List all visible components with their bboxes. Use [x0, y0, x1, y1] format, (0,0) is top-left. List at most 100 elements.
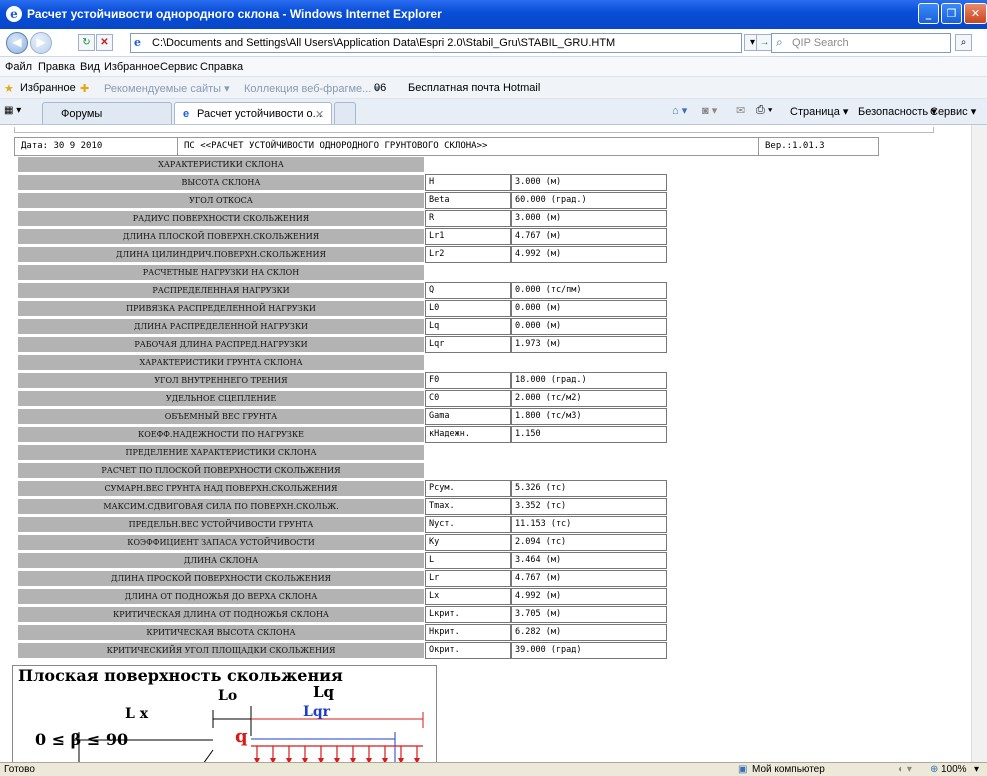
row-label: ДЛИНА РАСПРЕДЕЛЕННОЙ НАГРУЗКИ — [17, 318, 425, 335]
menu-help[interactable]: Справка — [200, 61, 243, 73]
forward-button[interactable]: ▶ — [30, 32, 52, 54]
row-symbol: Q — [425, 282, 511, 299]
protected-mode-icon[interactable]: ◐ ▾ — [898, 764, 912, 775]
home-icon[interactable]: ⌂ ▾ — [672, 104, 687, 117]
table-row: СУМАРН.ВЕС ГРУНТА НАД ПОВЕРХН.СКОЛЬЖЕНИЯ… — [17, 480, 667, 497]
favorites-star-icon[interactable]: ★ — [4, 82, 14, 95]
row-symbol: Tmax. — [425, 498, 511, 515]
address-toolbar: ◀ ▶ ↻ ✕ e C:\Documents and Settings\All … — [0, 29, 987, 57]
row-symbol: Ку — [425, 534, 511, 551]
back-button[interactable]: ◀ — [6, 32, 28, 54]
row-label: УГОЛ ВНУТРЕННЕГО ТРЕНИЯ — [17, 372, 425, 389]
tab-active[interactable]: e Расчет устойчивости о... ✕ — [174, 102, 332, 124]
menu-favorites[interactable]: Избранное — [104, 61, 160, 73]
label-lo: Lo — [218, 688, 238, 704]
favorites-bar: ★ Избранное ✚ Рекомендуемые сайты ▾ Колл… — [0, 77, 987, 99]
row-value: 3.352 (тс) — [511, 498, 667, 515]
search-input[interactable]: ⌕ QIP Search — [771, 33, 951, 53]
zoom-icon[interactable]: ⊕ — [930, 764, 938, 775]
table-row: КРИТИЧЕСКАЯ ВЫСОТА СКЛОНА Hкрит. 6.282 (м) — [17, 624, 667, 641]
row-symbol: Nуст. — [425, 516, 511, 533]
row-value: 4.767 (м) — [511, 570, 667, 587]
row-label: ДЛИНА ПРОСКОЙ ПОВЕРХНОСТИ СКОЛЬЖЕНИЯ — [17, 570, 425, 587]
row-symbol: Lr1 — [425, 228, 511, 245]
vertical-scrollbar[interactable] — [971, 125, 987, 762]
row-label: КРИТИЧЕСКИЙЯ УГОЛ ПЛОЩАДКИ СКОЛЬЖЕНИЯ — [17, 642, 425, 659]
table-row: УДЕЛЬНОЕ СЦЕПЛЕНИЕ C0 2.000 (тс/м2) — [17, 390, 667, 407]
search-icon: ⌕ — [776, 35, 783, 49]
page-menu[interactable]: Страница ▾ — [790, 105, 848, 118]
menu-view[interactable]: Вид — [80, 61, 100, 73]
zoom-level[interactable]: 100% — [941, 764, 967, 775]
menu-file[interactable]: Файл — [5, 61, 32, 73]
address-bar[interactable]: e C:\Documents and Settings\All Users\Ap… — [130, 33, 742, 53]
row-value: 3.705 (м) — [511, 606, 667, 623]
row-value: 3.000 (м) — [511, 210, 667, 227]
tab-bar: ▦ ▾ Форумы e Расчет устойчивости о... ✕ … — [0, 99, 987, 125]
table-row: ПРИВЯЗКА РАСПРЕДЕЛЕННОЙ НАГРУЗКИ L0 0.000 … — [17, 300, 667, 317]
read-mail-icon[interactable]: ✉ — [736, 104, 745, 117]
row-label: КРИТИЧЕСКАЯ ВЫСОТА СКЛОНА — [17, 624, 425, 641]
ie-icon: e — [6, 6, 22, 22]
row-symbol: Lq — [425, 318, 511, 335]
status-text: Готово — [4, 764, 35, 775]
table-row: РАСПРЕДЕЛЕННАЯ НАГРУЗКИ Q 0.000 (тс/пм) — [17, 282, 667, 299]
close-button[interactable]: ✕ — [964, 3, 987, 24]
status-zone: Мой компьютер — [752, 764, 825, 775]
row-value: 11.153 (тс) — [511, 516, 667, 533]
previous-table-edge — [14, 127, 934, 133]
fav-06[interactable]: 06 — [374, 82, 386, 94]
table-row: РАСЧЕТНЫЕ НАГРУЗКИ НА СКЛОН — [17, 264, 667, 281]
quick-tabs-icon[interactable]: ▦ ▾ — [4, 105, 21, 116]
report-heading: ПС <<РАСЧЕТ УСТОЙЧИВОСТИ ОДНОРОДНОГО ГРУ… — [178, 138, 759, 155]
refresh-icon[interactable]: ↻ — [78, 34, 95, 51]
row-label: КОЭФФИЦИЕНТ ЗАПАСА УСТОЙЧИВОСТИ — [17, 534, 425, 551]
row-symbol: Lкрит. — [425, 606, 511, 623]
new-tab-button[interactable] — [334, 102, 356, 124]
tab-forums[interactable]: Форумы — [42, 102, 172, 124]
slip-surface-diagram: Плоская поверхность скольжения Lo Lq L x… — [12, 665, 437, 762]
print-icon[interactable]: ⎙ ▾ — [756, 104, 772, 117]
table-row: ХАРАКТЕРИСТИКИ ГРУНТА СКЛОНА — [17, 354, 667, 371]
add-favorite-icon[interactable]: ✚ — [80, 82, 89, 95]
table-row: РАДИУС ПОВЕРХНОСТИ СКОЛЬЖЕНИЯ R 3.000 (м) — [17, 210, 667, 227]
row-symbol: L — [425, 552, 511, 569]
fav-webslice[interactable]: Коллекция веб-фрагме... ▾ — [244, 82, 380, 95]
table-row: ДЛИНА ЦИЛИНДРИЧ.ПОВЕРХН.СКОЛЬЖЕНИЯ Lr2 4.9… — [17, 246, 667, 263]
fav-recommended[interactable]: Рекомендуемые сайты ▾ — [104, 82, 230, 95]
row-value: 39.000 (град) — [511, 642, 667, 659]
table-row: ПРЕДЕЛЕНИЕ ХАРАКТЕРИСТИКИ СКЛОНА — [17, 444, 667, 461]
fav-hotmail[interactable]: Бесплатная почта Hotmail — [408, 82, 540, 94]
stop-icon[interactable]: ✕ — [96, 34, 113, 51]
tools-menu[interactable]: Сервис ▾ — [930, 105, 976, 118]
row-value: 1.800 (тс/м3) — [511, 408, 667, 425]
row-value: 2.000 (тс/м2) — [511, 390, 667, 407]
search-go-icon[interactable]: ⌕ — [955, 34, 972, 51]
table-row: ДЛИНА ПРОСКОЙ ПОВЕРХНОСТИ СКОЛЬЖЕНИЯ Lr 4.… — [17, 570, 667, 587]
row-label: КРИТИЧЕСКАЯ ДЛИНА ОТ ПОДНОЖЬЯ СКЛОНА — [17, 606, 425, 623]
tab-active-label: Расчет устойчивости о... — [197, 108, 322, 120]
row-label: РАСЧЕТ ПО ПЛОСКОЙ ПОВЕРХНОСТИ СКОЛЬЖЕНИЯ — [17, 462, 425, 479]
tab-close-icon[interactable]: ✕ — [315, 108, 324, 121]
maximize-button[interactable]: ❐ — [941, 3, 962, 24]
row-value: 4.992 (м) — [511, 246, 667, 263]
feeds-icon[interactable]: ◙ ▾ — [702, 104, 717, 117]
row-value: 3.000 (м) — [511, 174, 667, 191]
favorites-button[interactable]: Избранное — [20, 82, 76, 94]
row-value: 5.326 (тс) — [511, 480, 667, 497]
table-row: УГОЛ ОТКОСА Beta 60.000 (град.) — [17, 192, 667, 209]
row-value: 0.000 (м) — [511, 300, 667, 317]
row-label: ДЛИНА СКЛОНА — [17, 552, 425, 569]
safety-menu[interactable]: Безопасность ▾ — [858, 105, 937, 118]
table-row: КОЕФФ.НАДЕЖНОСТИ ПО НАГРУЗКЕ кНадежн. 1.15… — [17, 426, 667, 443]
address-url: C:\Documents and Settings\All Users\Appl… — [152, 37, 616, 49]
row-symbol: Окрит. — [425, 642, 511, 659]
row-value: 1.973 (м) — [511, 336, 667, 353]
menu-edit[interactable]: Правка — [38, 61, 75, 73]
minimize-button[interactable]: _ — [918, 3, 939, 24]
menu-tools[interactable]: Сервис — [160, 61, 198, 73]
row-label: ПРЕДЕЛЕНИЕ ХАРАКТЕРИСТИКИ СКЛОНА — [17, 444, 425, 461]
zoom-dropdown-icon[interactable]: ▾ — [974, 764, 979, 775]
row-symbol: C0 — [425, 390, 511, 407]
row-value: 2.094 (тс) — [511, 534, 667, 551]
